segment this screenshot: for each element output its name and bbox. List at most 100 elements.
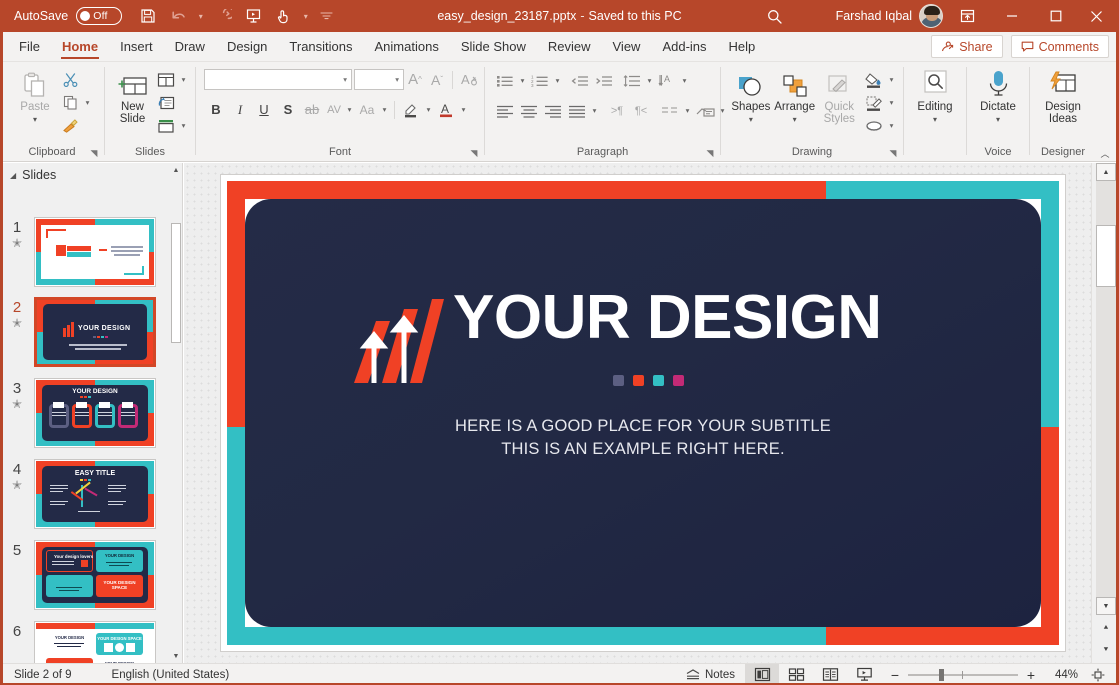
section-icon[interactable]: [154, 114, 178, 137]
decrease-font-size-button[interactable]: Aˇ: [426, 68, 448, 91]
tab-home[interactable]: Home: [51, 32, 109, 61]
tab-design[interactable]: Design: [216, 32, 278, 61]
paragraph-dialog-launcher[interactable]: ◥: [704, 147, 716, 159]
section-caret-icon[interactable]: ▾: [178, 114, 189, 137]
autosave-toggle[interactable]: Off: [76, 7, 122, 25]
justify-icon[interactable]: [565, 99, 589, 122]
dictate-caret-icon[interactable]: ▾: [996, 113, 1000, 126]
slide-sorter-icon[interactable]: [779, 664, 813, 685]
zoom-slider-handle[interactable]: [939, 669, 944, 681]
font-size-input[interactable]: ▾: [354, 69, 404, 90]
copy-icon[interactable]: [58, 91, 82, 114]
account-info[interactable]: Farshad Iqbal: [836, 0, 943, 32]
italic-button[interactable]: I: [228, 98, 252, 121]
increase-indent-icon[interactable]: [592, 69, 616, 92]
align-right-icon[interactable]: [541, 99, 565, 122]
comments-button[interactable]: Comments: [1011, 35, 1109, 58]
language-label[interactable]: English (United States): [82, 669, 240, 681]
text-direction-rtl-icon[interactable]: >¶: [605, 99, 629, 122]
ribbon-display-options-icon[interactable]: [945, 0, 989, 32]
character-spacing-button[interactable]: AV: [324, 98, 344, 121]
scrollbar-thumb[interactable]: [171, 223, 181, 343]
tab-draw[interactable]: Draw: [164, 32, 216, 61]
touch-mode-caret-icon[interactable]: ▾: [299, 3, 312, 29]
text-highlight-icon[interactable]: [399, 98, 423, 121]
next-slide-icon[interactable]: ⯆: [1096, 641, 1116, 659]
tab-file[interactable]: File: [8, 32, 51, 61]
thumbnail-item-6[interactable]: 6 YOUR DESIGN YOU: [0, 621, 172, 663]
avatar[interactable]: [919, 4, 943, 28]
thumbnail-item-5[interactable]: 5 Your design lovers: [0, 540, 172, 610]
bullets-icon[interactable]: [493, 69, 517, 92]
thumbnail-frame-1[interactable]: [34, 217, 156, 287]
previous-slide-icon[interactable]: ⯅: [1096, 619, 1116, 637]
tab-help[interactable]: Help: [718, 32, 767, 61]
arrange-caret-icon[interactable]: ▾: [793, 113, 797, 126]
editing-button[interactable]: Editing ▾: [910, 66, 960, 126]
arrange-button[interactable]: Arrange ▾: [773, 66, 817, 126]
shapes-button[interactable]: Shapes ▾: [729, 66, 773, 126]
slide-title[interactable]: YOUR DESIGN: [453, 285, 882, 351]
slide-canvas[interactable]: YOUR DESIGN HERE IS A GOOD PLACE FOR YOU…: [221, 175, 1065, 651]
search-icon[interactable]: [760, 5, 788, 27]
columns-icon[interactable]: [658, 99, 682, 122]
numbering-icon[interactable]: 123: [528, 69, 552, 92]
line-spacing-icon[interactable]: [620, 69, 644, 92]
strikethrough-button[interactable]: ab: [300, 98, 324, 121]
undo-icon[interactable]: [164, 3, 192, 29]
font-size-caret-icon[interactable]: ▾: [395, 75, 399, 84]
text-direction-ltr-icon[interactable]: ¶<: [629, 99, 653, 122]
shape-effects-icon[interactable]: [862, 114, 886, 137]
customize-quick-access-toolbar-icon[interactable]: [314, 3, 338, 29]
font-dialog-launcher[interactable]: ◥: [468, 147, 480, 159]
undo-dropdown-caret-icon[interactable]: ▾: [194, 3, 207, 29]
clipboard-dialog-launcher[interactable]: ◥: [88, 147, 100, 159]
start-slideshow-icon[interactable]: [239, 3, 267, 29]
editing-caret-icon[interactable]: ▾: [933, 113, 937, 126]
underline-button[interactable]: U: [252, 98, 276, 121]
layout-caret-icon[interactable]: ▾: [178, 68, 189, 91]
thumbnail-item-3[interactable]: 3 ✭ YOUR DESIGN: [0, 378, 172, 448]
zoom-in-button[interactable]: +: [1025, 667, 1037, 683]
tab-review[interactable]: Review: [537, 32, 602, 61]
touch-mode-icon[interactable]: [269, 3, 297, 29]
normal-view-icon[interactable]: [745, 664, 779, 685]
paste-caret-icon[interactable]: ▾: [33, 113, 37, 126]
save-icon[interactable]: [134, 3, 162, 29]
minimize-icon[interactable]: [989, 0, 1035, 32]
format-painter-icon[interactable]: [58, 114, 82, 137]
slide-subtitle[interactable]: HERE IS A GOOD PLACE FOR YOUR SUBTITLE T…: [245, 415, 1041, 461]
columns-caret-icon[interactable]: ▾: [682, 99, 693, 122]
design-ideas-button[interactable]: Design Ideas: [1036, 66, 1090, 125]
justify-caret-icon[interactable]: ▾: [589, 99, 600, 122]
align-left-icon[interactable]: [493, 99, 517, 122]
zoom-percentage-label[interactable]: 44%: [1044, 669, 1078, 681]
scroll-up-icon[interactable]: ▲: [1096, 163, 1116, 181]
share-button[interactable]: Share: [931, 35, 1002, 58]
shape-fill-caret-icon[interactable]: ▾: [886, 68, 897, 91]
thumbnail-item-2[interactable]: 2 ✭ YOUR DESIGN: [0, 297, 172, 367]
scroll-up-icon[interactable]: ▲: [170, 163, 182, 177]
notes-button[interactable]: Notes: [676, 669, 745, 681]
convert-to-smartart-icon[interactable]: [693, 99, 717, 122]
animation-star-icon[interactable]: ✭: [0, 316, 34, 330]
tab-add-ins[interactable]: Add-ins: [651, 32, 717, 61]
align-center-icon[interactable]: [517, 99, 541, 122]
thumbnail-frame-6[interactable]: YOUR DESIGN YOUR DESIGN SPACE YOUR DESIG…: [34, 621, 156, 663]
reading-view-icon[interactable]: [813, 664, 847, 685]
animation-star-icon[interactable]: ✭: [0, 478, 34, 492]
shape-outline-icon[interactable]: [862, 91, 886, 114]
scroll-down-icon[interactable]: ▼: [170, 649, 182, 663]
save-state[interactable]: Saved to this PC: [589, 9, 682, 23]
thumbnail-frame-4[interactable]: EASY TITLE: [34, 459, 156, 529]
change-case-caret-icon[interactable]: ▾: [379, 98, 390, 121]
numbering-caret-icon[interactable]: ▾: [552, 69, 563, 92]
tab-transitions[interactable]: Transitions: [278, 32, 363, 61]
cut-icon[interactable]: [58, 68, 82, 91]
clear-formatting-icon[interactable]: A: [457, 68, 481, 91]
slide-layout-icon[interactable]: [154, 68, 178, 91]
new-slide-button[interactable]: New Slide: [111, 66, 154, 125]
font-name-input[interactable]: ▾: [204, 69, 352, 90]
thumbnail-frame-3[interactable]: YOUR DESIGN: [34, 378, 156, 448]
collapse-ribbon-icon[interactable]: ︿: [1097, 146, 1113, 160]
